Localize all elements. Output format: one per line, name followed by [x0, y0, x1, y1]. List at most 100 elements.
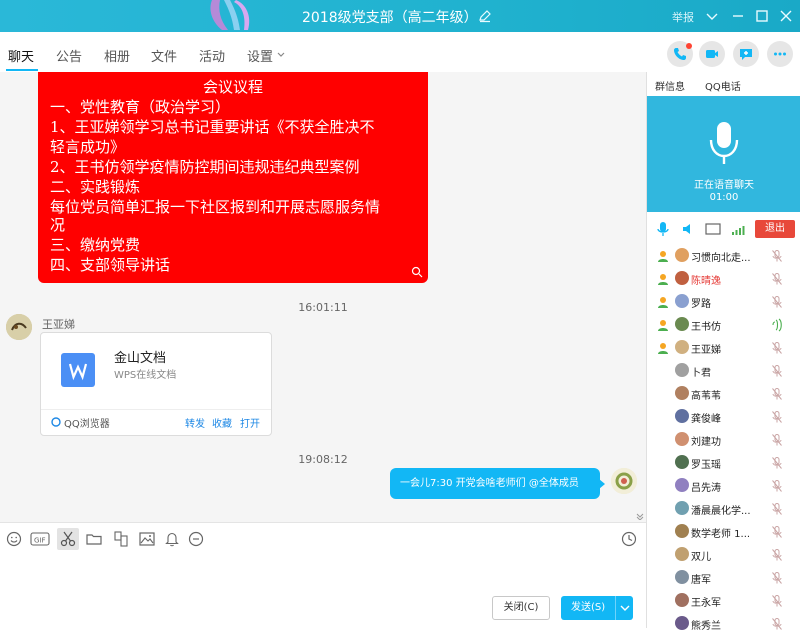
member-row[interactable]: 潘晨晨化学... [647, 498, 800, 520]
bell-icon[interactable] [163, 530, 181, 548]
exit-call-button[interactable]: 退出 [755, 220, 795, 238]
group-logo [210, 0, 250, 30]
send-options-button[interactable] [615, 596, 633, 620]
avatar [675, 340, 689, 354]
red-packet-icon[interactable] [112, 530, 130, 548]
folder-icon[interactable] [85, 530, 103, 548]
muted-mic-icon [772, 273, 782, 285]
message-input-area[interactable]: GIF 关闭(C) 发送(S) [0, 522, 646, 628]
message-bubble[interactable]: 一会儿7:30 开党会啥老师们 @全体成员 [390, 468, 600, 499]
screen-share-icon[interactable] [705, 220, 721, 238]
tab-album[interactable]: 相册 [104, 46, 130, 65]
settings-chevron-icon[interactable] [276, 51, 286, 59]
member-row[interactable]: 罗路 [647, 291, 800, 313]
more-tools-icon[interactable] [187, 530, 205, 548]
avatar [675, 570, 689, 584]
avatar [675, 363, 689, 377]
speaker-icon[interactable] [681, 220, 695, 238]
member-row[interactable]: 高苇苇 [647, 383, 800, 405]
image-icon[interactable] [138, 530, 156, 548]
right-panel: 群信息 QQ电话 正在语音聊天 01:00 退出 习惯向北走... 陈晴逸 罗路 王书… [646, 72, 800, 632]
gif-icon[interactable]: GIF [30, 530, 50, 548]
admin-badge-icon [658, 297, 668, 308]
shared-document-card[interactable]: 金山文档 WPS在线文档 QQ浏览器 转发 收藏 打开 [40, 332, 272, 436]
minimize-icon[interactable] [728, 6, 748, 26]
muted-mic-icon [772, 503, 782, 515]
new-discussion-button[interactable] [733, 41, 759, 67]
send-button[interactable]: 发送(S) [561, 596, 633, 620]
member-row[interactable]: 刘建功 [647, 429, 800, 451]
edit-icon[interactable] [478, 9, 492, 23]
avatar [675, 593, 689, 607]
member-row[interactable]: 王书仿 [647, 314, 800, 336]
chat-history[interactable]: 会议议程 一、党性教育（政治学习） 1、王亚娣领学习总书记重要讲话《不获全胜决不… [0, 72, 646, 522]
chat-tabs: 聊天 公告 相册 文件 活动 设置 [0, 32, 646, 72]
avatar [675, 432, 689, 446]
emoji-icon[interactable] [5, 530, 23, 548]
more-button[interactable] [767, 41, 793, 67]
microphone-icon [709, 122, 739, 164]
chevron-down-icon[interactable] [702, 6, 722, 26]
member-name: 潘晨晨化学... [691, 506, 751, 517]
close-button[interactable]: 关闭(C) [492, 596, 550, 620]
open-link[interactable]: 打开 [240, 415, 260, 430]
member-row[interactable]: 罗玉瑶 [647, 452, 800, 474]
muted-mic-icon [772, 572, 782, 584]
tab-settings[interactable]: 设置 [247, 46, 273, 65]
wps-doc-icon [61, 353, 95, 387]
member-row[interactable]: 习惯向北走... [647, 245, 800, 267]
muted-mic-icon [772, 388, 782, 400]
close-icon[interactable] [776, 6, 796, 26]
voice-timer: 01:00 [709, 192, 739, 203]
video-icon [706, 50, 718, 58]
voice-status: 正在语音聊天 [694, 180, 754, 191]
video-call-button[interactable] [699, 41, 725, 67]
phone-call-button[interactable] [667, 41, 693, 67]
member-name: 高苇苇 [691, 391, 721, 402]
avatar[interactable] [611, 468, 637, 494]
divider [41, 409, 271, 410]
agenda-line: 1、王亚娣领学习总书记重要讲话《不获全胜决不 [50, 118, 375, 136]
tab-qq-call[interactable]: QQ电话 [705, 78, 741, 93]
maximize-icon[interactable] [752, 6, 772, 26]
tab-announcement[interactable]: 公告 [56, 46, 82, 65]
report-link[interactable]: 举报 [672, 9, 694, 25]
member-row[interactable]: 龚俊峰 [647, 406, 800, 428]
member-name: 吕先涛 [691, 483, 721, 494]
muted-mic-icon [772, 618, 782, 630]
member-row[interactable]: 陈晴逸 [647, 268, 800, 290]
tab-group-info[interactable]: 群信息 [655, 78, 685, 93]
history-icon[interactable] [620, 530, 638, 548]
avatar[interactable] [6, 314, 32, 340]
muted-mic-icon [772, 296, 782, 308]
member-row[interactable]: 吕先涛 [647, 475, 800, 497]
message-timestamp: 16:01:11 [298, 301, 348, 314]
member-row[interactable]: 数学老师 1... [647, 521, 800, 543]
sender-name: 王亚娣 [42, 318, 75, 331]
forward-link[interactable]: 转发 [185, 415, 205, 430]
avatar [675, 547, 689, 561]
screenshot-button[interactable] [57, 528, 79, 550]
tab-activity[interactable]: 活动 [199, 46, 225, 65]
member-row[interactable]: 卜君 [647, 360, 800, 382]
member-row[interactable]: 双儿 [647, 544, 800, 566]
avatar [675, 478, 689, 492]
agenda-line: 轻言成功》 [50, 138, 126, 156]
favorite-link[interactable]: 收藏 [212, 415, 232, 430]
member-row[interactable]: 熊秀兰 [647, 613, 800, 635]
member-row[interactable]: 王亚娣 [647, 337, 800, 359]
mic-toggle-icon[interactable] [656, 220, 670, 238]
member-row[interactable]: 王永军 [647, 590, 800, 612]
member-row[interactable]: 唐军 [647, 567, 800, 589]
muted-mic-icon [772, 457, 782, 469]
tab-files[interactable]: 文件 [151, 46, 177, 65]
scroll-down-icon[interactable] [636, 512, 644, 520]
meeting-agenda-image[interactable]: 会议议程 一、党性教育（政治学习） 1、王亚娣领学习总书记重要讲话《不获全胜决不… [38, 72, 428, 283]
window-title: 2018级党支部（高二年级） [302, 10, 478, 26]
tab-chat[interactable]: 聊天 [8, 46, 34, 65]
agenda-line: 况 [50, 216, 66, 234]
qq-group-chat-window: 2018级党支部（高二年级） 举报 聊天 公告 相册 文件 活动 设置 会议议程… [0, 0, 800, 632]
member-name: 龚俊峰 [691, 414, 721, 425]
member-name: 熊秀兰 [691, 621, 721, 632]
zoom-icon[interactable] [411, 266, 423, 278]
